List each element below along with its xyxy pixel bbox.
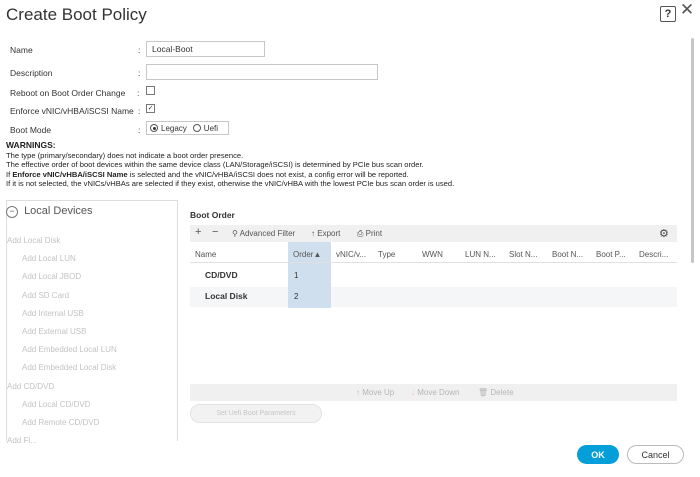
dialog-title: Create Boot Policy [6,5,147,24]
column-header[interactable]: LUN N... [465,250,496,259]
close-icon[interactable]: ✕ [680,0,694,19]
table-row-order: 2 [294,292,299,301]
column-header[interactable]: Order▲ [293,250,321,259]
legacy-label: Legacy [161,123,187,133]
export-icon: ↑ [311,229,315,238]
arrow-down-icon: ↓ [411,388,415,397]
column-header[interactable]: Name [195,250,216,259]
uefi-label: Uefi [203,123,219,133]
reboot-checkbox[interactable] [146,86,155,95]
column-header[interactable]: Descri... [639,250,668,259]
local-device-item[interactable]: Add Local LUN [22,254,76,263]
export-button[interactable]: ↑ Export [311,229,340,238]
local-device-item[interactable]: Add CD/DVD [7,382,54,391]
warning-line: The effective order of boot devices with… [6,160,424,169]
trash-icon: 🗑 [478,388,489,397]
delete-button[interactable]: 🗑 Delete [478,388,514,397]
print-button[interactable]: ⎙ Print [357,229,382,239]
local-device-item[interactable]: Add Local CD/DVD [22,400,90,409]
print-icon: ⎙ [357,229,364,238]
table-row-name[interactable]: CD/DVD [205,270,238,280]
colon: : [138,106,141,116]
local-device-item[interactable]: Add Internal USB [22,309,84,318]
colon: : [138,68,141,78]
table-row-order: 1 [294,271,299,280]
warning-line: If it is not selected, the vNICs/vHBAs a… [6,179,455,188]
description-label: Description [10,68,53,78]
filter-icon: ⚲ [232,229,238,238]
arrow-up-icon: ↑ [356,388,360,397]
table-row-name[interactable]: Local Disk [205,291,248,301]
cancel-button[interactable]: Cancel [627,445,684,464]
warnings-block: WARNINGS: The type (primary/secondary) d… [6,140,455,189]
colon: : [138,125,141,135]
move-down-button[interactable]: ↓ Move Down [411,388,459,397]
warnings-title: WARNINGS: [6,140,56,150]
warning-line: If Enforce vNIC/vHBA/iSCSI Name is selec… [6,169,409,179]
reboot-label: Reboot on Boot Order Change [10,88,126,98]
advanced-filter-button[interactable]: ⚲ Advanced Filter [232,229,295,238]
colon: : [137,88,140,98]
column-header[interactable]: Slot N... [509,250,537,259]
local-device-item[interactable]: Add Local JBOD [22,272,81,281]
local-device-item[interactable]: Add SD Card [22,291,69,300]
boot-mode-radio-group: Legacy Uefi [146,121,229,135]
boot-order-title: Boot Order [190,210,235,220]
help-icon[interactable]: ? [660,6,676,22]
local-device-item[interactable]: Add Fl... [7,436,37,445]
remove-icon[interactable]: − [212,226,218,238]
warning-line: The type (primary/secondary) does not in… [6,150,244,160]
enforce-label: Enforce vNIC/vHBA/iSCSI Name [10,106,134,116]
boot-mode-label: Boot Mode [10,125,52,135]
colon: : [138,45,141,55]
table-divider [190,262,677,263]
local-device-item[interactable]: Add Local Disk [7,236,60,245]
move-up-button[interactable]: ↑ Move Up [356,388,394,397]
legacy-radio[interactable] [150,124,158,132]
uefi-radio[interactable] [192,124,201,132]
name-input[interactable]: Local-Boot [146,41,265,57]
ok-button[interactable]: OK [577,445,619,464]
local-device-item[interactable]: Add Embedded Local LUN [22,345,117,354]
column-header[interactable]: Type [378,250,395,259]
local-device-item[interactable]: Add External USB [22,327,86,336]
collapse-icon[interactable]: − [6,206,18,218]
column-header[interactable]: Boot N... [552,250,583,259]
local-device-item[interactable]: Add Embedded Local Disk [22,363,116,372]
column-header[interactable]: Boot P... [596,250,626,259]
gear-icon[interactable]: ⚙ [659,227,669,240]
local-device-item[interactable]: Add Remote CD/DVD [22,418,99,427]
column-header[interactable]: vNIC/v... [336,250,366,259]
description-input[interactable] [146,64,378,80]
enforce-checkbox[interactable]: ✓ [146,104,155,113]
scrollbar[interactable] [691,38,694,263]
column-header[interactable]: WWN [422,250,443,259]
local-devices-header[interactable]: − Local Devices [6,205,93,218]
add-icon[interactable]: + [195,226,201,238]
name-label: Name [10,45,33,55]
set-uefi-boot-parameters-button[interactable]: Set Uefi Boot Parameters [190,404,322,423]
row-bg [331,287,677,307]
